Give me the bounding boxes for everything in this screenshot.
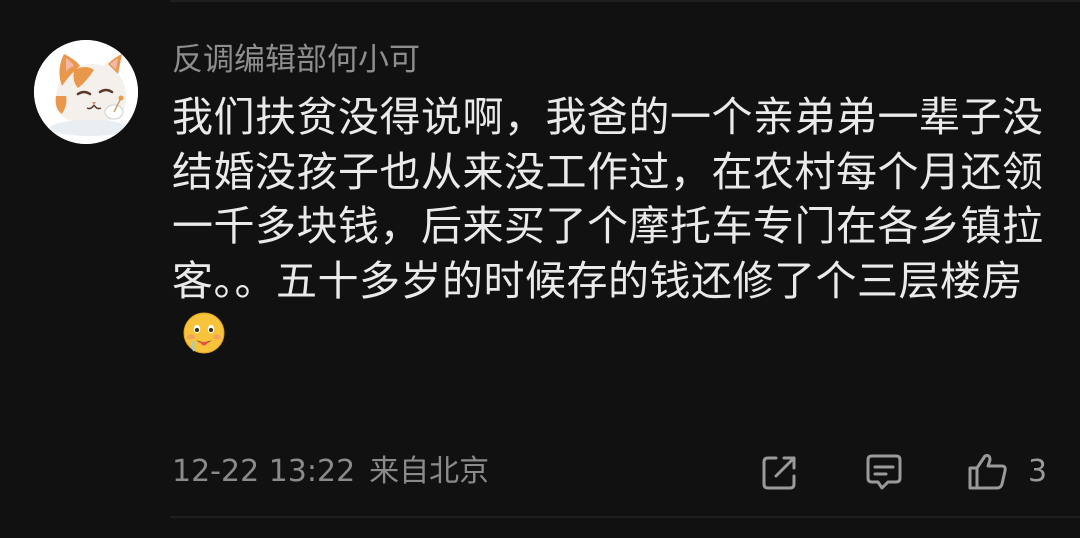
reply-comment-icon[interactable] — [860, 448, 908, 496]
share-icon[interactable] — [756, 448, 804, 496]
comment-text: 我们扶贫没得说啊，我爸的一个亲弟弟一辈子没结婚没孩子也从来没工作过，在农村每个月… — [172, 93, 1044, 305]
bottom-divider — [170, 516, 1080, 518]
drooling-face-emoji-icon — [183, 312, 225, 354]
avatar[interactable] — [34, 40, 138, 144]
username[interactable]: 反调编辑部何小可 — [172, 38, 420, 82]
like-count: 3 — [1028, 454, 1048, 489]
timestamp: 12-22 13:22 — [172, 454, 356, 489]
comment-item: 反调编辑部何小可 我们扶贫没得说啊，我爸的一个亲弟弟一辈子没结婚没孩子也从来没工… — [0, 0, 1080, 538]
comment-meta: 12-22 13:22 来自北京 — [172, 450, 489, 494]
location: 来自北京 — [369, 454, 490, 489]
thumbs-up-icon[interactable] — [964, 448, 1012, 496]
cat-avatar-image — [34, 40, 138, 144]
comment-body: 我们扶贫没得说啊，我爸的一个亲弟弟一辈子没结婚没孩子也从来没工作过，在农村每个月… — [172, 90, 1052, 363]
